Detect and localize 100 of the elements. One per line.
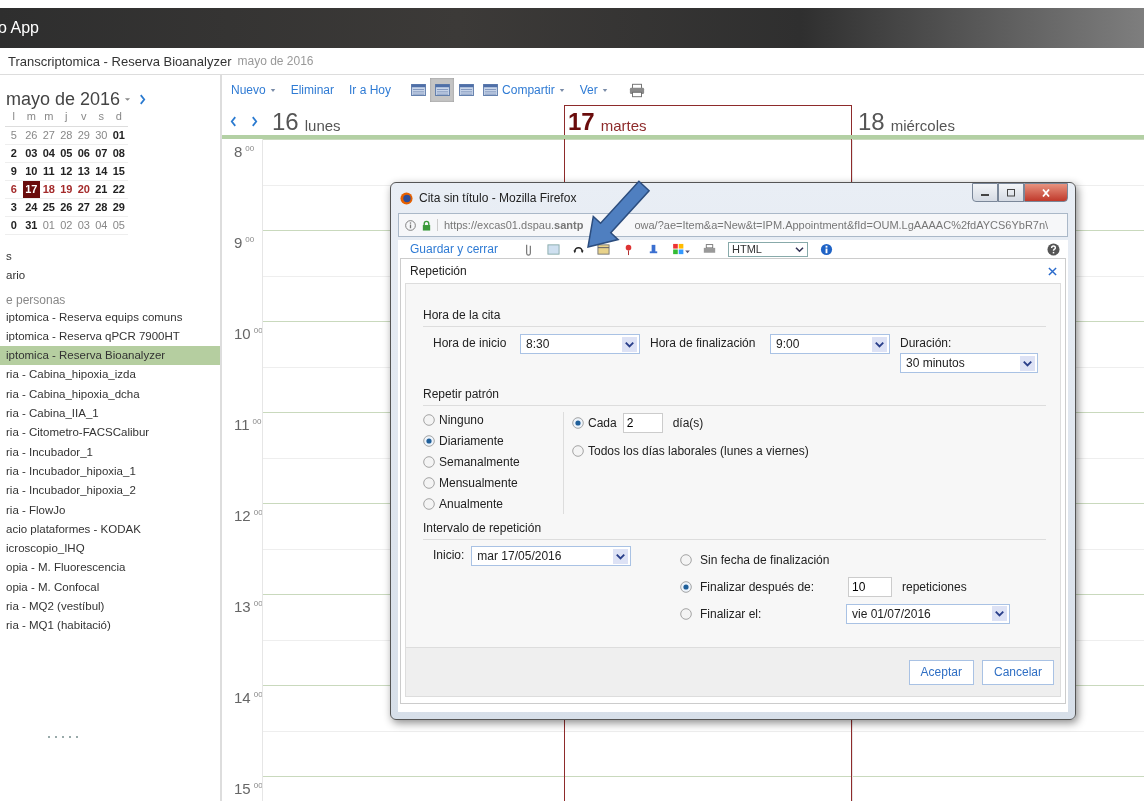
calendar-day[interactable]: 18 — [40, 181, 58, 199]
calendar-day[interactable]: 19 — [57, 181, 75, 199]
menu-button[interactable]: Nuevo — [231, 83, 283, 97]
menu-button[interactable]: Compartir — [502, 83, 572, 97]
calendar-item[interactable]: ria - MQ1 (habitació) — [0, 616, 220, 636]
calendar-item[interactable]: s — [0, 247, 220, 267]
radio-label[interactable]: Sin fecha de finalización — [700, 552, 842, 567]
calendar-day[interactable]: 12 — [57, 163, 75, 181]
calendar-day[interactable]: 22 — [110, 181, 128, 199]
calendar-item[interactable]: ria - Incubador_hipoxia_2 — [0, 481, 220, 501]
calendar-day[interactable]: 06 — [75, 145, 93, 163]
calendar-item[interactable]: opia - M. Fluorescencia — [0, 558, 220, 578]
calendar-day[interactable]: 27 — [75, 199, 93, 217]
calendar-day[interactable]: 15 — [110, 163, 128, 181]
categories-icon[interactable] — [672, 242, 692, 256]
calendar-item[interactable]: icroscopio_IHQ — [0, 539, 220, 559]
calendar-day[interactable]: 20 — [75, 181, 93, 199]
radio-label[interactable]: Diariamente — [439, 434, 504, 448]
radio-label[interactable]: Cada — [588, 416, 617, 430]
number-field[interactable]: 2 — [622, 413, 663, 433]
calendar-day[interactable]: 24 — [22, 199, 40, 217]
calendar-day[interactable]: 01 — [40, 217, 58, 235]
calendar-item[interactable]: ria - Citometro-FACSCalibur — [0, 423, 220, 443]
format-dropdown[interactable]: HTML — [728, 241, 809, 257]
radio-button[interactable] — [423, 414, 435, 426]
calendar-item[interactable]: ria - Incubador_hipoxia_1 — [0, 461, 220, 482]
calendar-day[interactable]: 26 — [22, 127, 40, 145]
radio-button[interactable] — [423, 435, 435, 447]
maximize-button[interactable] — [998, 183, 1024, 202]
calendar-day[interactable]: 5 — [5, 127, 23, 145]
calendar-day[interactable]: 02 — [57, 217, 75, 235]
grip-icon[interactable] — [48, 735, 80, 739]
calendar-day[interactable]: 04 — [40, 145, 58, 163]
radio-button[interactable] — [680, 553, 692, 566]
dropdown-field[interactable]: 9:00 — [770, 334, 890, 354]
radio-label[interactable]: Anualmente — [439, 497, 504, 511]
calendar-day[interactable]: 2 — [5, 145, 23, 163]
chevron-right-icon[interactable] — [251, 116, 258, 127]
info-icon[interactable] — [820, 242, 834, 256]
printer-icon[interactable] — [703, 242, 717, 256]
radio-button[interactable] — [680, 607, 692, 620]
dialog-button[interactable]: Cancelar — [981, 659, 1054, 685]
radio-label[interactable]: Finalizar el: — [700, 606, 842, 621]
calendar-day[interactable]: 6 — [5, 181, 23, 199]
printer-icon[interactable] — [628, 82, 645, 98]
calendar-day[interactable]: 9 — [5, 163, 23, 181]
calendar-day[interactable]: 04 — [92, 217, 110, 235]
calendar-item[interactable]: ria - Cabina_hipoxia_izda — [0, 365, 220, 385]
calendar-item[interactable]: ario — [0, 266, 220, 286]
calendar-day[interactable]: 03 — [75, 217, 93, 235]
radio-button[interactable] — [572, 417, 584, 429]
close-button[interactable] — [1024, 183, 1068, 202]
calendar-day[interactable]: 07 — [92, 145, 110, 163]
calendar-day[interactable]: 05 — [110, 217, 128, 235]
address-bar[interactable]: https://excas01.dspau.santp owa/?ae=Item&a=New&t=IPM.Appointment&fId=OUM.LgAAAAC%2fdAYCS6YbR7n\ — [398, 213, 1068, 237]
radio-label[interactable]: Finalizar después de: — [700, 579, 842, 594]
toolbar-link[interactable]: Ir a Hoy — [349, 83, 399, 97]
calendar-day[interactable]: 01 — [110, 127, 128, 145]
calendar-day[interactable]: 29 — [110, 199, 128, 217]
radio-button[interactable] — [680, 580, 692, 593]
calendar-day[interactable]: 14 — [92, 163, 110, 181]
view-button[interactable] — [430, 78, 455, 102]
calendar-day[interactable]: 0 — [5, 217, 23, 235]
calendar-day[interactable]: 27 — [40, 127, 58, 145]
dropdown-field[interactable]: mar 17/05/2016 — [471, 546, 632, 566]
calendar-item[interactable]: ria - Cabina_hipoxia_dcha — [0, 384, 220, 405]
calendar-item[interactable]: ria - FlowJo — [0, 500, 220, 520]
dialog-button[interactable]: Aceptar — [908, 659, 974, 685]
calendar-day[interactable]: 30 — [92, 127, 110, 145]
calendar-day[interactable]: 31 — [22, 217, 40, 235]
calendar-item[interactable]: ria - MQ2 (vestíbul) — [0, 597, 220, 617]
dropdown-field[interactable]: 8:30 — [520, 334, 640, 354]
calendar-item[interactable]: opia - M. Confocal — [0, 577, 220, 598]
close-icon[interactable] — [1048, 266, 1057, 276]
save-close-link[interactable]: Guardar y cerrar — [410, 242, 499, 256]
calendar-day[interactable]: 11 — [40, 163, 58, 181]
chevron-right-icon[interactable] — [139, 93, 147, 105]
radio-label[interactable]: Ninguno — [439, 413, 484, 427]
info-icon[interactable] — [405, 219, 416, 231]
radio-button[interactable] — [572, 445, 584, 457]
radio-label[interactable]: Todos los días laborales (lunes a viernes) — [588, 444, 809, 458]
radio-label[interactable]: Semanalmente — [439, 455, 520, 469]
calendar-day[interactable]: 28 — [57, 127, 75, 145]
calendar-day[interactable]: 21 — [92, 181, 110, 199]
calendar-item[interactable]: acio plataformes - KODAK — [0, 519, 220, 540]
calendar-item[interactable]: iptomica - Reserva Bioanalyzer — [0, 346, 220, 366]
calendar-day[interactable]: 29 — [75, 127, 93, 145]
dropdown-field[interactable]: vie 01/07/2016 — [846, 603, 1010, 624]
calendar-day[interactable]: 03 — [22, 145, 40, 163]
dropdown-field[interactable]: 30 minutos — [900, 353, 1038, 373]
toolbar-link[interactable]: Eliminar — [290, 83, 342, 97]
number-field[interactable]: 10 — [848, 576, 892, 597]
calendar-item[interactable]: ria - Incubador_1 — [0, 442, 220, 462]
menu-button[interactable]: Ver — [579, 83, 615, 97]
radio-button[interactable] — [423, 456, 435, 468]
chevron-left-icon[interactable] — [230, 116, 237, 127]
calendar-day[interactable]: 05 — [57, 145, 75, 163]
help-icon[interactable] — [1047, 242, 1060, 256]
calendar-day[interactable]: 17 — [22, 181, 40, 199]
calendar-day[interactable]: 3 — [5, 199, 23, 217]
